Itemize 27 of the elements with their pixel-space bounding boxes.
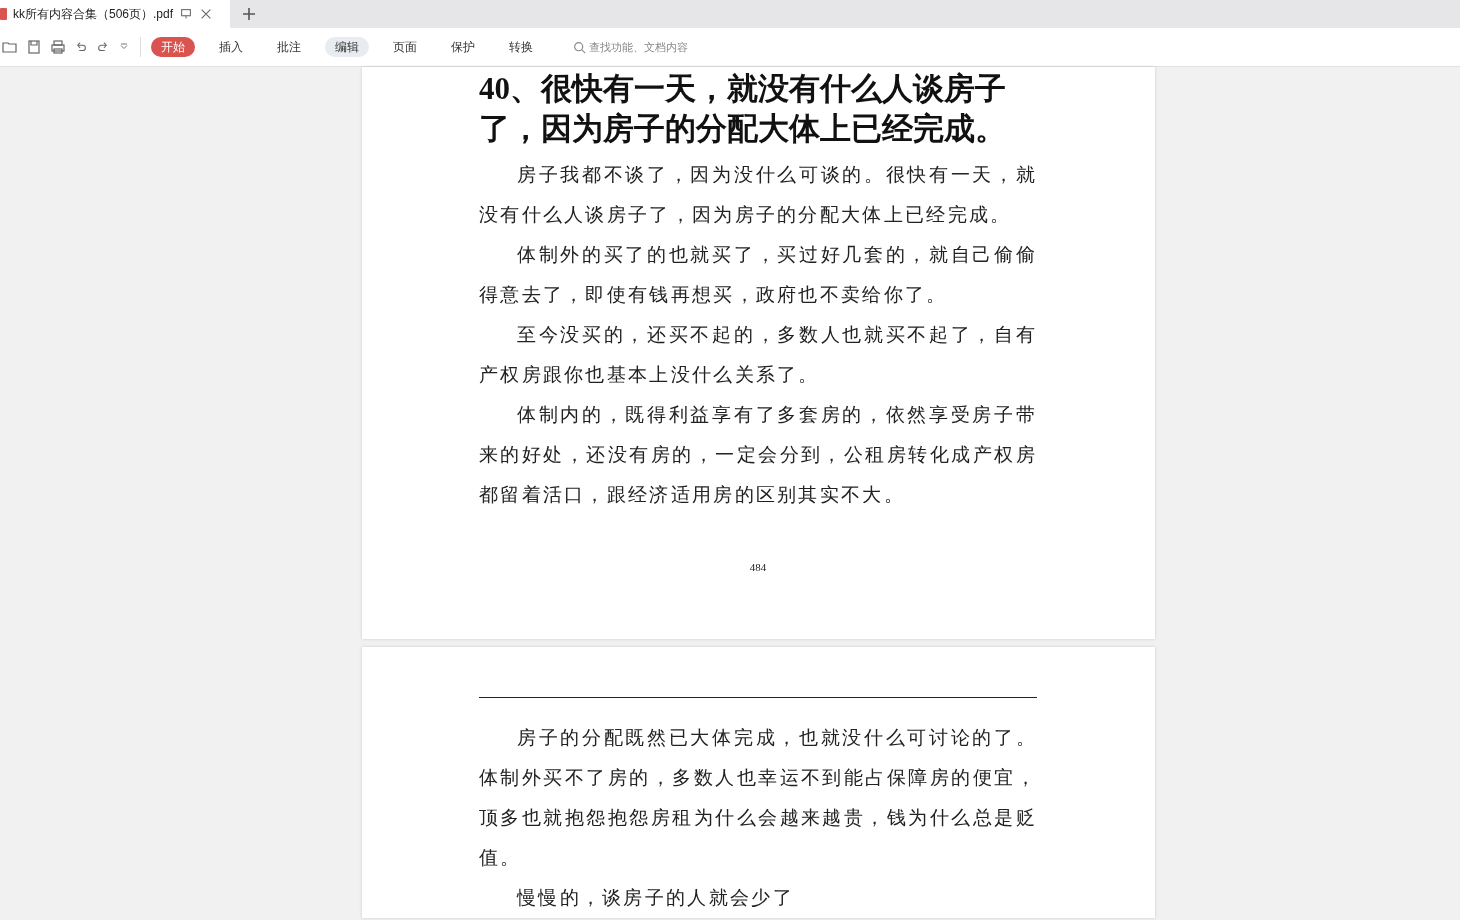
document-tab[interactable]: kk所有内容合集（506页）.pdf xyxy=(0,0,230,28)
menu-tab[interactable]: 批注 xyxy=(267,37,311,57)
body-paragraph: 房子的分配既然已大体完成，也就没什么可讨论的了。体制外买不了房的，多数人也幸运不到能占保障房的便宜，顶多也就抱怨抱怨房租为什么会越来越贵，钱为什么总是贬值。 xyxy=(479,726,1037,870)
present-icon[interactable] xyxy=(179,7,194,21)
body-paragraph: 体制内的，既得利益享有了多套房的，依然享受房子带来的好处，还没有房的，一定会分到，公租房转化成产权房都留着活口，跟经济适用房的区别其实不大。 xyxy=(479,403,1037,507)
search-field[interactable]: 查找功能、文档内容 xyxy=(573,39,688,55)
pdf-file-icon xyxy=(0,8,7,20)
print-icon[interactable] xyxy=(50,39,66,55)
tab-title: kk所有内容合集（506页）.pdf xyxy=(13,5,174,23)
menu-tab[interactable]: 转换 xyxy=(499,37,543,57)
save-icon[interactable] xyxy=(26,39,42,55)
menu-tab[interactable]: 编辑 xyxy=(325,37,369,57)
undo-icon[interactable] xyxy=(74,40,88,54)
new-tab-icon[interactable] xyxy=(242,7,256,21)
menu-tab[interactable]: 开始 xyxy=(151,37,195,57)
menu-tab[interactable]: 插入 xyxy=(209,37,253,57)
search-icon xyxy=(573,40,586,54)
redo-icon[interactable] xyxy=(96,40,110,54)
menu-tab[interactable]: 保护 xyxy=(441,37,485,57)
body-paragraph: 慢慢的，谈房子的人就会少了 xyxy=(515,886,795,910)
body-paragraph: 至今没买的，还买不起的，多数人也就买不起了，自有产权房跟你也基本上没什么关系了。 xyxy=(479,323,1037,387)
body-paragraph: 体制外的买了的也就买了，买过好几套的，就自己偷偷得意去了，即使有钱再想买，政府也不卖给你了。 xyxy=(479,243,1037,307)
open-folder-icon[interactable] xyxy=(2,39,18,55)
section-heading: 40、很快有一天，就没有什么人谈房子了，因为房子的分配大体上已经完成。 xyxy=(479,70,1007,148)
body-paragraph: 房子我都不谈了，因为没什么可谈的。很快有一天，就没有什么人谈房子了，因为房子的分配大体上已经完成。 xyxy=(479,163,1037,227)
menu-tab[interactable]: 页面 xyxy=(383,37,427,57)
page-number: 484 xyxy=(749,561,767,573)
